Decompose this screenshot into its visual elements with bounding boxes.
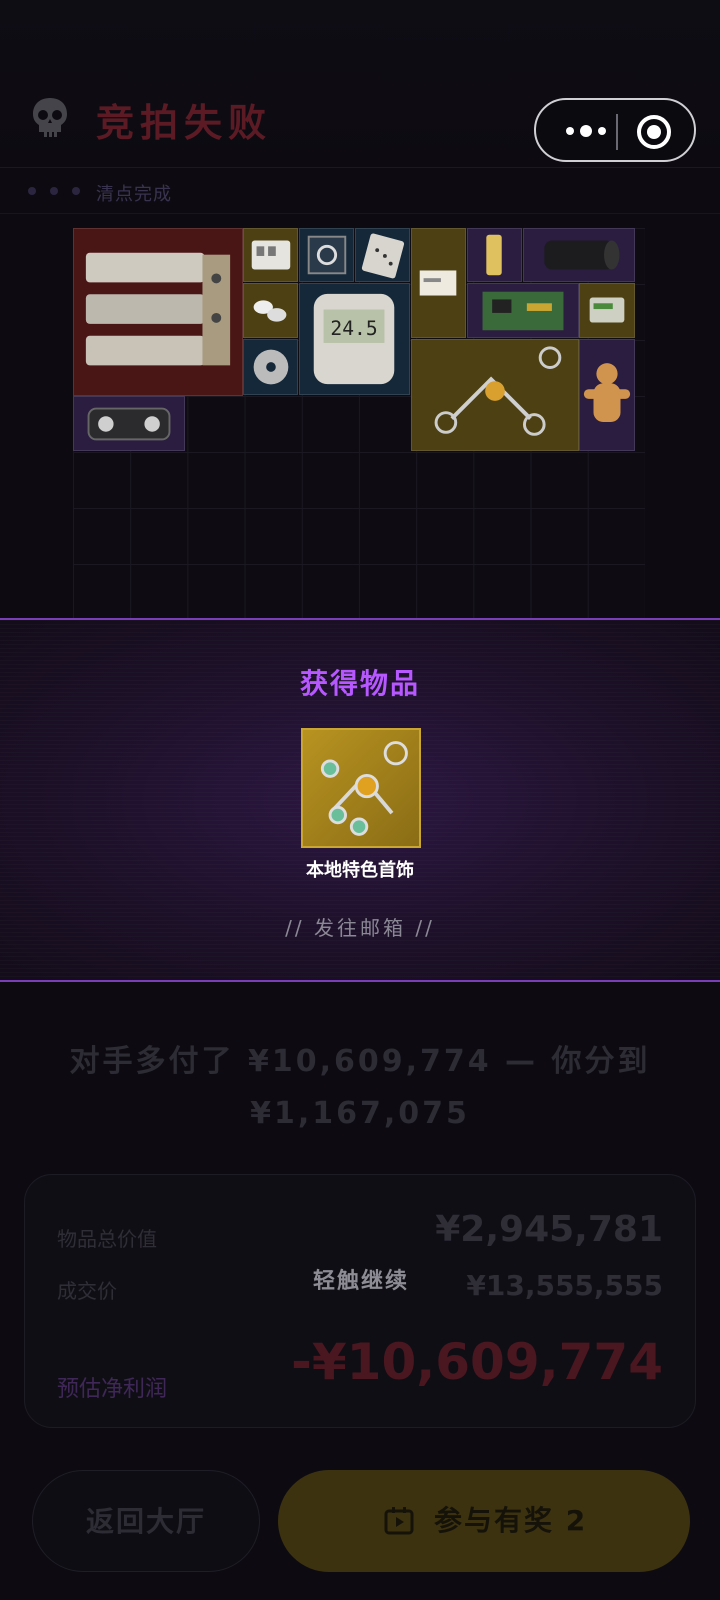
tap-to-continue[interactable]: 轻触继续 bbox=[25, 1263, 697, 1295]
gingerbread-icon[interactable] bbox=[579, 339, 635, 451]
result-summary-card[interactable]: 物品总价值 ¥2,945,781 成交价 ¥13,555,555 轻触继续 预估… bbox=[24, 1174, 696, 1428]
profit-value: -¥10,609,774 bbox=[291, 1333, 663, 1391]
more-dots-icon[interactable] bbox=[558, 117, 614, 145]
header-bar: 竞拍失败 bbox=[0, 0, 720, 168]
mini-program-capsule bbox=[534, 98, 696, 162]
profit-label: 预估净利润 bbox=[57, 1377, 168, 1402]
disc-icon[interactable] bbox=[243, 339, 298, 395]
mail-note: // 发往邮箱 // bbox=[285, 916, 435, 940]
acquired-item-name: 本地特色首饰 bbox=[306, 860, 414, 881]
cartridge-icon[interactable] bbox=[579, 283, 635, 338]
capsule-divider bbox=[616, 114, 618, 150]
boxed-coil-icon[interactable] bbox=[299, 228, 354, 282]
scale-readout: 24.5 bbox=[330, 317, 377, 340]
digital-scale-icon[interactable]: 24.5 bbox=[299, 283, 410, 395]
join-reward-button[interactable]: 参与有奖 2 bbox=[278, 1470, 690, 1572]
capsules-icon[interactable] bbox=[243, 283, 298, 338]
acquired-item-tile[interactable] bbox=[301, 728, 421, 848]
jewelry-icon bbox=[320, 741, 408, 836]
status-text: 清点完成 bbox=[96, 184, 172, 205]
progress-dot bbox=[28, 187, 36, 195]
total-value: ¥2,945,781 bbox=[435, 1209, 663, 1250]
back-to-lobby-button[interactable]: 返回大厅 bbox=[32, 1470, 260, 1572]
page-title: 竞拍失败 bbox=[96, 101, 273, 145]
target-close-icon[interactable] bbox=[634, 112, 674, 152]
switch-panel-icon[interactable] bbox=[243, 228, 298, 282]
total-value-label: 物品总价值 bbox=[57, 1227, 157, 1251]
radio-icon[interactable] bbox=[73, 396, 185, 451]
camera-lens-icon[interactable] bbox=[523, 228, 635, 282]
card-icon[interactable] bbox=[355, 228, 410, 282]
small-card-icon[interactable] bbox=[411, 228, 466, 338]
server-rack-icon[interactable] bbox=[73, 228, 243, 396]
skull-icon bbox=[33, 98, 67, 137]
acquired-title: 获得物品 bbox=[299, 667, 420, 700]
video-play-icon bbox=[384, 1507, 414, 1535]
progress-dot bbox=[72, 187, 80, 195]
acquired-panel: 获得物品 本地特色首饰 // 发往邮箱 // bbox=[0, 618, 720, 982]
overpaid-message: 对手多付了 ¥10,609,774 — 你分到 ¥1,167,075 bbox=[69, 1044, 651, 1131]
join-reward-label: 参与有奖 2 bbox=[434, 1504, 588, 1537]
jewelry-icon[interactable] bbox=[411, 339, 579, 451]
inventory-grid: 24.5 bbox=[73, 228, 645, 618]
progress-dot bbox=[50, 187, 58, 195]
status-line: 清点完成 bbox=[0, 168, 720, 214]
circuit-board-icon[interactable] bbox=[467, 283, 579, 338]
tube-icon[interactable] bbox=[467, 228, 522, 282]
